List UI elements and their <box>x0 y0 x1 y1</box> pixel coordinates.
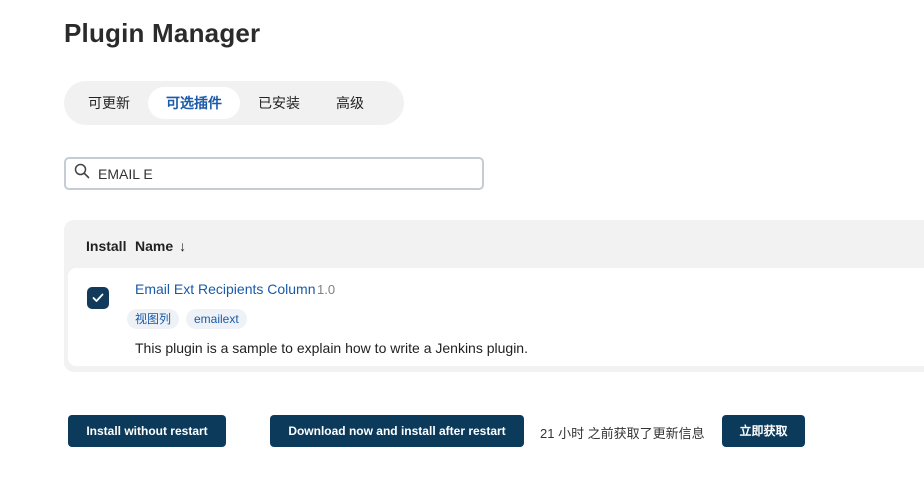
column-header-name-label: Name <box>135 238 174 254</box>
install-without-restart-button[interactable]: Install without restart <box>68 415 226 447</box>
tab-advanced[interactable]: 高级 <box>318 87 382 119</box>
tab-installed[interactable]: 已安装 <box>240 87 318 119</box>
download-and-install-after-restart-button[interactable]: Download now and install after restart <box>270 415 524 447</box>
plugin-name-link[interactable]: Email Ext Recipients Column <box>135 281 316 297</box>
column-header-install: Install <box>86 238 127 254</box>
plugin-tag[interactable]: emailext <box>186 309 247 329</box>
update-info-text: 21 小时 之前获取了更新信息 <box>540 426 705 441</box>
search-box <box>64 157 484 190</box>
tab-available-plugins[interactable]: 可选插件 <box>148 87 240 119</box>
plugin-version: 1.0 <box>317 282 336 297</box>
tab-bar: 可更新 可选插件 已安装 高级 <box>64 81 404 125</box>
fetch-now-button[interactable]: 立即获取 <box>722 415 805 447</box>
table-row: Email Ext Recipients Column 1.0 视图列 emai… <box>68 268 924 366</box>
install-checkbox[interactable] <box>87 287 109 309</box>
page-title: Plugin Manager <box>64 18 261 48</box>
checkmark-icon <box>92 293 104 302</box>
plugin-table: Install Name ↓ Email Ext Recipients Colum… <box>64 220 924 372</box>
plugin-description: This plugin is a sample to explain how t… <box>135 340 528 356</box>
sort-arrow-icon: ↓ <box>179 238 187 254</box>
search-input[interactable] <box>96 164 474 183</box>
tab-updates[interactable]: 可更新 <box>70 87 148 119</box>
plugin-tag[interactable]: 视图列 <box>127 309 180 329</box>
search-icon <box>74 163 90 184</box>
column-header-name[interactable]: Name ↓ <box>135 238 186 254</box>
